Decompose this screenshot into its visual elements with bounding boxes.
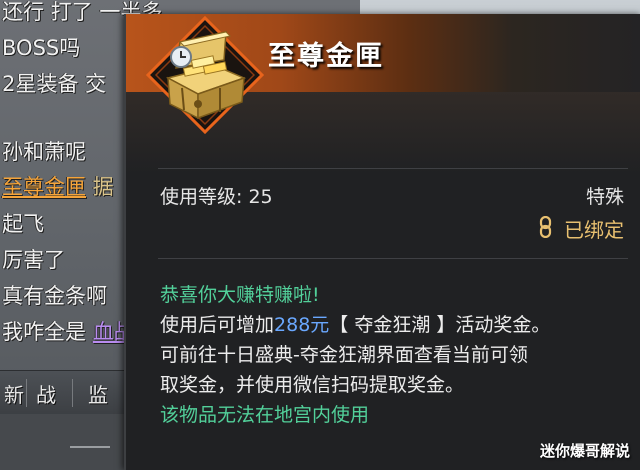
chat-line-item-link[interactable]: 我咋全是 血战 [2, 320, 135, 344]
reward-amount: 288元 [274, 314, 330, 336]
divider [158, 168, 628, 169]
bound-status: 已绑定 [539, 214, 624, 242]
item-description: 恭喜你大赚特赚啦! 使用后可增加288元【 夺金狂潮 】活动奖金。 可前往十日盛… [160, 280, 630, 430]
item-icon-frame [145, 15, 265, 135]
chat-line: 厉害了 [2, 248, 65, 272]
tab-divider [26, 379, 27, 407]
description-line: 可前往十日盛典-夺金狂潮界面查看当前可领 [160, 344, 528, 366]
chat-tab[interactable]: 新 [4, 379, 24, 408]
item-name: 至尊金匣 [268, 41, 384, 72]
description-line: 取奖金，并使用微信扫码提取奖金。 [160, 374, 465, 396]
chat-line: 孙和萧呢 [2, 140, 86, 164]
treasure-chest-icon [145, 15, 265, 135]
restriction-text: 该物品无法在地宫内使用 [160, 404, 370, 426]
chat-link-prefix: 我咋全是 [2, 320, 93, 344]
description-text: 【 夺金狂潮 】活动奖金。 [329, 314, 551, 336]
item-link[interactable]: 至尊金匣 [2, 175, 86, 199]
chat-line: 2星装备 交 [2, 72, 107, 96]
divider [158, 258, 628, 259]
watermark: 迷你爆哥解说 [539, 442, 630, 460]
tab-divider [72, 379, 73, 407]
chat-input[interactable] [70, 434, 110, 448]
item-type: 特殊 [585, 186, 624, 208]
chat-line: 真有金条啊 [2, 284, 107, 308]
chat-line-item-link[interactable]: 至尊金匣 据 [2, 175, 114, 199]
chat-tab[interactable]: 监 [88, 379, 108, 408]
chain-link-icon [539, 216, 552, 238]
flavor-text: 恭喜你大赚特赚啦! [160, 284, 320, 306]
description-text: 使用后可增加 [160, 314, 275, 336]
description-line: 使用后可增加288元【 夺金狂潮 】活动奖金。 [160, 310, 630, 340]
chat-link-suffix: 据 [86, 175, 114, 199]
chat-line: 起飞 [2, 212, 44, 236]
clock-icon [170, 46, 192, 68]
chat-tab[interactable]: 战 [36, 379, 56, 408]
item-tooltip: 至尊金匣 使用等级: 25 特殊 已绑定 恭喜你大赚特赚啦! 使用后可增加288… [124, 14, 640, 470]
chat-line: BOSS吗 [2, 36, 81, 60]
level-requirement: 使用等级: 25 [160, 186, 273, 208]
bound-label: 已绑定 [564, 218, 624, 242]
